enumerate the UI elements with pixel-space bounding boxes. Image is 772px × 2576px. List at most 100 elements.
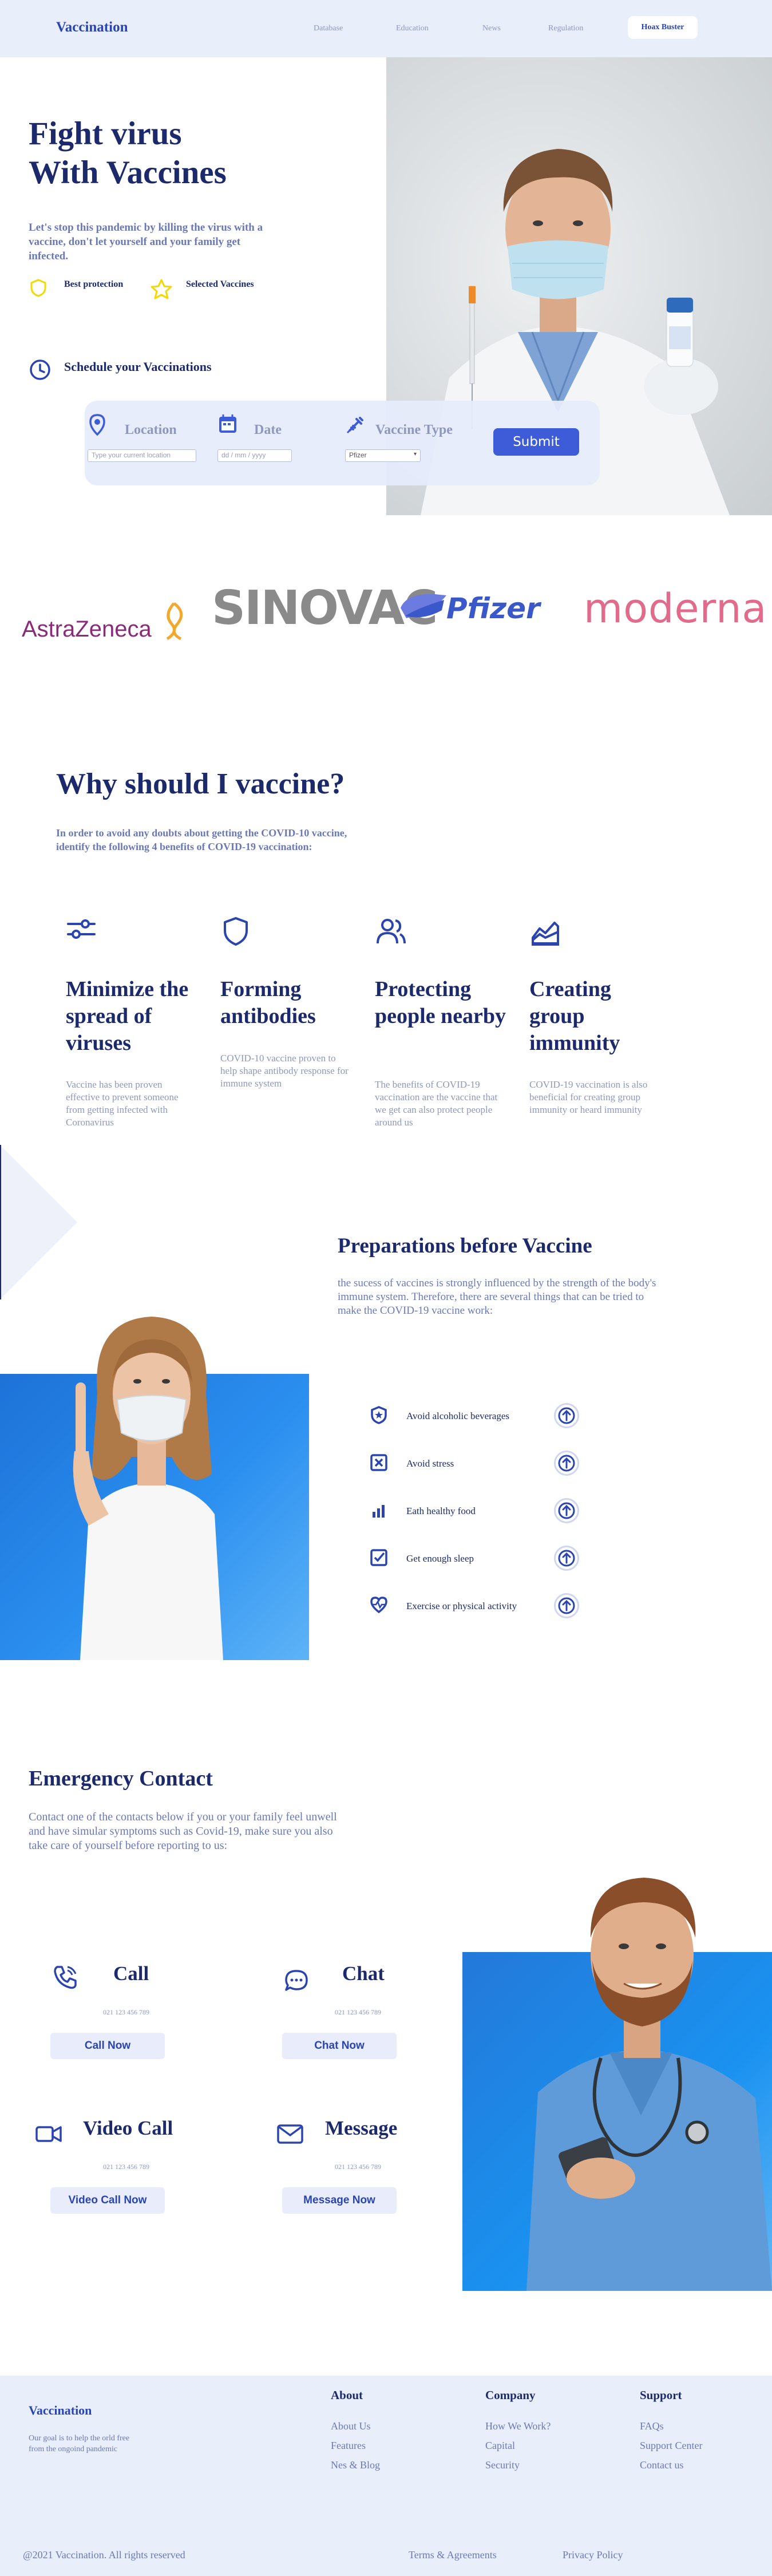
- woman-photo: [73, 1317, 223, 1660]
- message-now-button[interactable]: Message Now: [282, 2187, 397, 2214]
- privacy-link[interactable]: Privacy Policy: [563, 2549, 623, 2561]
- arrow-up-icon: [558, 1550, 575, 1567]
- feature-title-4: Creating group immunity: [529, 977, 620, 1055]
- prep-item-3: Eath healthy food: [406, 1506, 476, 1516]
- submit-button[interactable]: Submit: [493, 428, 579, 456]
- prep-item-5: Exercise or physical activity: [406, 1601, 517, 1611]
- astrazeneca-emblem-icon: [166, 602, 183, 641]
- vaccine-type-value: Pfizer: [349, 451, 367, 459]
- footer-company-heading: Company: [485, 2388, 536, 2402]
- call-now-button[interactable]: Call Now: [50, 2033, 165, 2059]
- moderna-text: moderna: [584, 585, 767, 632]
- why-title: Why should I vaccine?: [56, 768, 345, 800]
- footer-description: Our goal is to help the orld free from t…: [29, 2434, 130, 2453]
- emergency-text: Contact one of the contacts below if you…: [29, 1811, 337, 1852]
- prep-arrow-button-2[interactable]: [554, 1451, 579, 1476]
- people-icon: [377, 919, 406, 944]
- contact-chat-number: 021 123 456 789: [335, 2008, 381, 2016]
- hero-title-line1: Fight virus: [29, 116, 182, 152]
- prep-title: Preparations before Vaccine: [338, 1234, 592, 1258]
- contact-call-title: Call: [113, 1962, 149, 1985]
- shield-badge-icon: [30, 279, 46, 297]
- feature-text-2: COVID-10 vaccine proven to help shape an…: [220, 1053, 349, 1089]
- location-label: Location: [125, 422, 177, 437]
- footer-link-about-us[interactable]: About Us: [331, 2420, 371, 2432]
- doctor-photo: [526, 1878, 772, 2291]
- footer-link-faqs[interactable]: FAQs: [640, 2420, 664, 2432]
- site-footer: [0, 2376, 772, 2576]
- site-header: Vaccination Database Education News Regu…: [0, 0, 772, 57]
- arrow-up-icon: [558, 1455, 575, 1472]
- prep-arrow-button-1[interactable]: [554, 1403, 579, 1428]
- nav-news[interactable]: News: [482, 24, 501, 33]
- schedule-heading: Schedule your Vaccinations: [64, 359, 212, 374]
- feature-text-4: COVID-19 vaccination is also beneficial …: [529, 1079, 648, 1115]
- footer-link-contact-us[interactable]: Contact us: [640, 2459, 684, 2471]
- emergency-title: Emergency Contact: [29, 1767, 213, 1791]
- mail-icon: [277, 2124, 303, 2144]
- syringe-icon: [346, 417, 363, 434]
- pfizer-text: Pfizer: [446, 592, 540, 625]
- hero-subtitle: Let's stop this pandemic by killing the …: [29, 222, 263, 262]
- date-label: Date: [254, 422, 282, 437]
- clock-icon: [30, 359, 50, 380]
- nav-education[interactable]: Education: [396, 24, 429, 33]
- hero-title-line2: With Vaccines: [29, 155, 227, 191]
- footer-link-features[interactable]: Features: [331, 2440, 366, 2452]
- contact-video-number: 021 123 456 789: [103, 2163, 149, 2171]
- date-input[interactable]: dd / mm / yyyy: [217, 449, 292, 462]
- heartbeat-icon: [370, 1597, 387, 1614]
- chat-icon: [285, 1970, 308, 1991]
- arrow-up-icon: [558, 1407, 575, 1424]
- decorative-triangle: [0, 1145, 77, 1299]
- contact-call-number: 021 123 456 789: [103, 2008, 149, 2016]
- contact-message-number: 021 123 456 789: [335, 2163, 381, 2171]
- nav-database[interactable]: Database: [314, 24, 343, 33]
- prep-item-4: Get enough sleep: [406, 1553, 474, 1564]
- chat-now-button[interactable]: Chat Now: [282, 2033, 397, 2059]
- feature-text-3: The benefits of COVID-19 vaccination are…: [375, 1079, 498, 1128]
- shield-icon: [224, 917, 248, 946]
- feature-title-1: Minimize the spread of viruses: [66, 977, 189, 1055]
- feature-text-1: Vaccine has been proven effective to pre…: [66, 1079, 179, 1128]
- feature-title-3: Protecting people nearby: [375, 977, 506, 1028]
- footer-brand[interactable]: Vaccination: [29, 2403, 92, 2418]
- bar-chart-icon: [373, 1505, 385, 1518]
- pfizer-logo: Pfizer: [395, 585, 549, 633]
- prep-item-1: Avoid alcoholic beverages: [406, 1411, 510, 1421]
- prep-arrow-button-3[interactable]: [554, 1498, 579, 1523]
- astrazeneca-text: AstraZeneca: [22, 617, 152, 642]
- brand-logo[interactable]: Vaccination: [56, 19, 128, 35]
- terms-link[interactable]: Terms & Agreements: [409, 2549, 497, 2561]
- footer-link-news-blog[interactable]: Nes & Blog: [331, 2459, 380, 2471]
- footer-link-capital[interactable]: Capital: [485, 2440, 515, 2452]
- vaccine-type-label: Vaccine Type: [375, 422, 453, 437]
- astrazeneca-logo: AstraZeneca: [22, 601, 190, 642]
- footer-link-how-we-work[interactable]: How We Work?: [485, 2420, 551, 2432]
- close-box-icon: [370, 1454, 387, 1471]
- star-icon: [151, 279, 172, 299]
- contact-message-title: Message: [325, 2117, 398, 2139]
- prep-item-2: Avoid stress: [406, 1458, 454, 1469]
- contact-video-title: Video Call: [83, 2117, 173, 2139]
- video-icon: [35, 2126, 62, 2142]
- footer-about-heading: About: [331, 2388, 363, 2402]
- arrow-up-icon: [558, 1597, 575, 1614]
- shield-star-icon: [371, 1406, 387, 1424]
- location-input[interactable]: Type your current location: [88, 449, 196, 462]
- sliders-icon: [67, 919, 96, 939]
- footer-support-heading: Support: [640, 2388, 682, 2402]
- footer-link-security[interactable]: Security: [485, 2459, 520, 2471]
- arrow-up-icon: [558, 1502, 575, 1519]
- nav-regulation[interactable]: Regulation: [548, 24, 583, 33]
- prep-arrow-button-5[interactable]: [554, 1593, 579, 1618]
- vaccine-type-select[interactable]: Pfizer ▾: [345, 449, 421, 462]
- phone-icon: [54, 1966, 77, 1989]
- video-call-now-button[interactable]: Video Call Now: [50, 2187, 165, 2214]
- footer-link-support-center[interactable]: Support Center: [640, 2440, 703, 2452]
- hero-title: Fight virus With Vaccines: [29, 114, 227, 192]
- checkbox-icon: [370, 1549, 387, 1566]
- why-subtitle: In order to avoid any doubts about getti…: [56, 827, 347, 852]
- hoax-buster-button[interactable]: Hoax Buster: [628, 16, 698, 39]
- prep-arrow-button-4[interactable]: [554, 1546, 579, 1571]
